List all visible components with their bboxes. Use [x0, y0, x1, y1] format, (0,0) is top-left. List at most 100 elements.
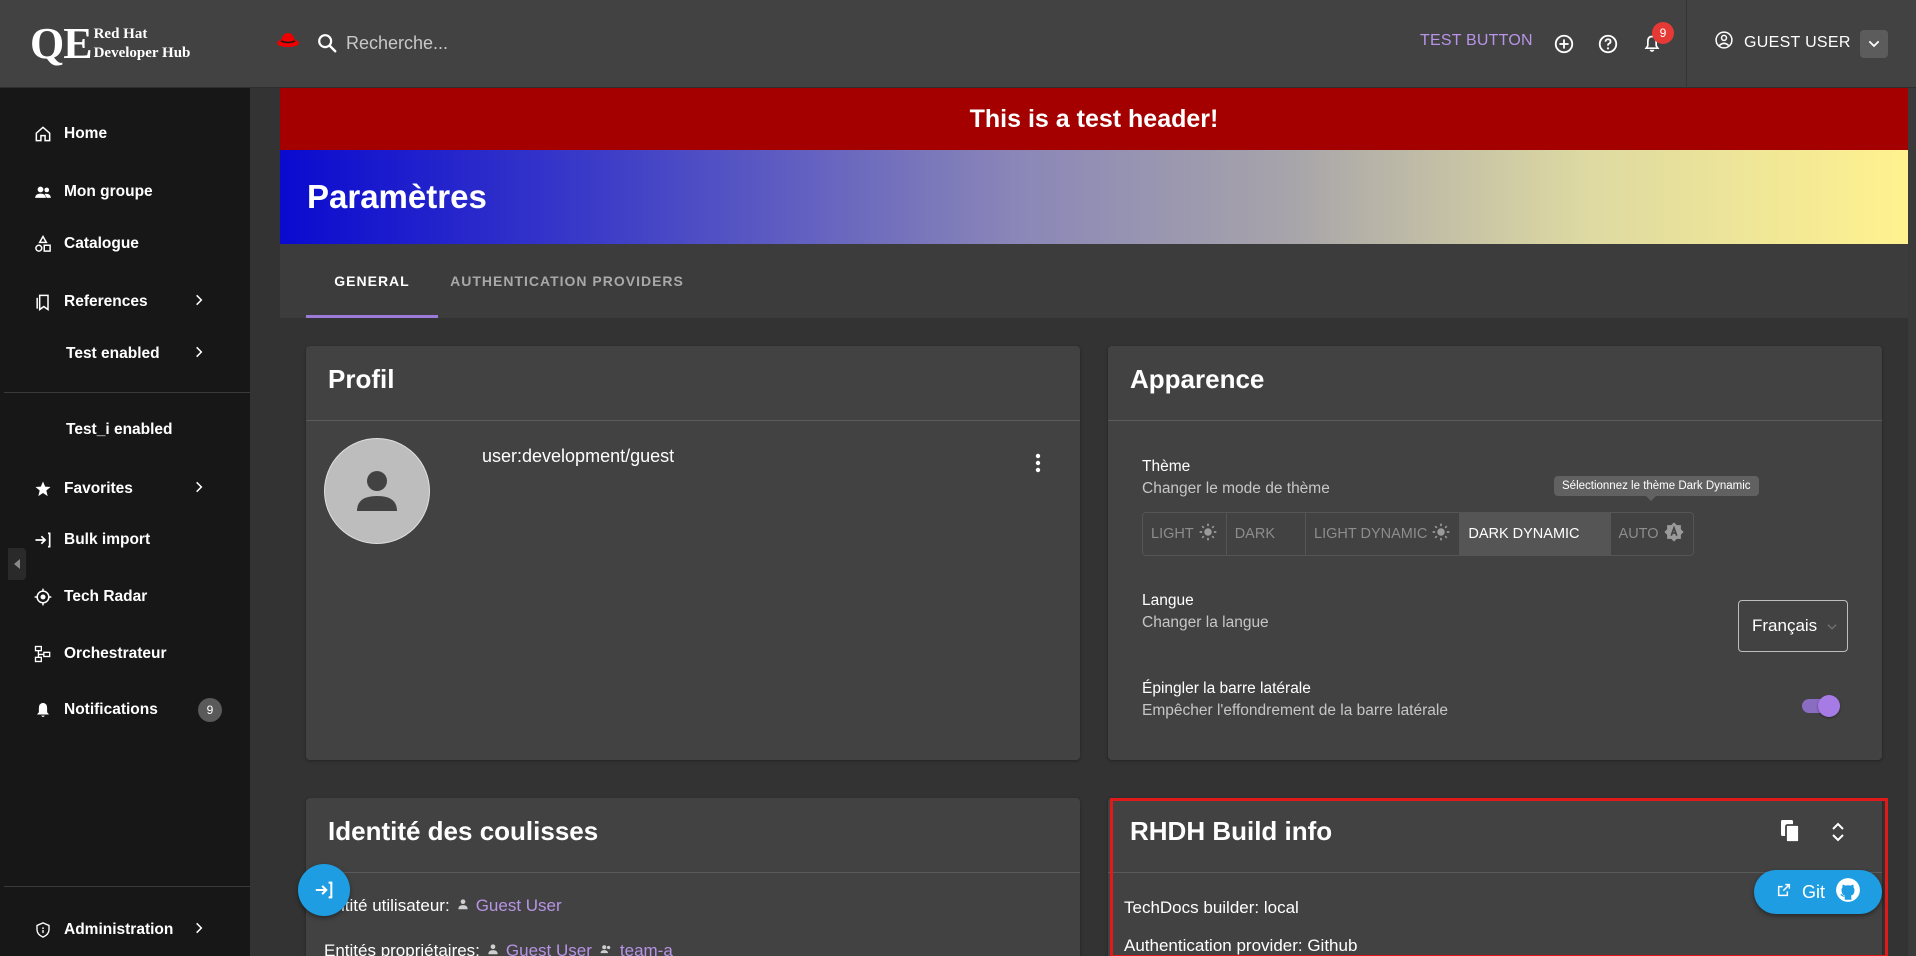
- owner-entity-link[interactable]: team-a: [620, 941, 673, 956]
- star-icon: [32, 478, 54, 500]
- sidebar-item-label: Favorites: [64, 480, 133, 497]
- sun-icon: [1198, 522, 1218, 546]
- sidebar-item-test-i-enabled[interactable]: Test_i enabled: [0, 408, 250, 452]
- git-label: Git: [1802, 881, 1826, 902]
- app-logo[interactable]: QE Red Hat Developer Hub: [30, 22, 190, 66]
- logo-mark: QE: [30, 19, 93, 68]
- pin-sidebar-description: Empêcher l'effondrement de la barre laté…: [1142, 702, 1448, 719]
- pin-sidebar-toggle[interactable]: [1798, 694, 1842, 718]
- person-icon: [486, 941, 500, 956]
- chevron-right-icon: [192, 480, 206, 499]
- card-divider: [306, 420, 1080, 421]
- person-icon: [456, 896, 470, 916]
- owner-entities-label: Entités propriétaires:: [324, 941, 480, 956]
- sidebar-item-mon-groupe[interactable]: Mon groupe: [0, 170, 250, 214]
- user-entity-link[interactable]: Guest User: [476, 896, 562, 916]
- sidebar-item-administration[interactable]: Administration: [0, 908, 250, 952]
- workflow-icon: [32, 643, 54, 665]
- home-icon: [32, 123, 54, 145]
- sidebar-item-catalogue[interactable]: Catalogue: [0, 222, 250, 266]
- search-input[interactable]: [346, 26, 666, 60]
- card-divider: [306, 872, 1080, 873]
- chevron-down-icon[interactable]: [1860, 30, 1888, 58]
- git-button[interactable]: Git: [1754, 870, 1882, 914]
- pin-sidebar-label: Épingler la barre latérale: [1142, 680, 1311, 697]
- page-header: Paramètres: [280, 150, 1908, 244]
- open-in-new-icon: [1776, 882, 1792, 903]
- sidebar-item-label: Administration: [64, 921, 174, 938]
- toggle-thumb: [1818, 695, 1840, 717]
- theme-light-dynamic-button[interactable]: LIGHT DYNAMIC: [1306, 513, 1461, 555]
- chevron-right-icon: [192, 921, 206, 940]
- profile-card: Profil user:development/guest: [306, 346, 1080, 760]
- sidebar-item-bulk-import[interactable]: Bulk import: [0, 518, 250, 562]
- bell-icon: [32, 699, 54, 721]
- login-arrow-icon: [315, 881, 333, 899]
- user-menu[interactable]: GUEST USER: [1714, 30, 1851, 55]
- scrollbar[interactable]: [1908, 88, 1916, 956]
- theme-dark-dynamic-button[interactable]: DARK DYNAMIC: [1460, 513, 1611, 555]
- sidebar-item-tech-radar[interactable]: Tech Radar: [0, 575, 250, 619]
- topbar-divider: [1686, 0, 1687, 88]
- profile-title: Profil: [328, 364, 395, 394]
- theme-dark-button[interactable]: DARK: [1227, 513, 1306, 555]
- identity-title: Identité des coulisses: [328, 816, 599, 846]
- sidebar-item-label: Home: [64, 125, 108, 142]
- notification-count-badge: 9: [198, 698, 222, 722]
- sidebar-item-label: Test enabled: [66, 345, 160, 362]
- more-options-icon[interactable]: [1034, 452, 1042, 479]
- logo-line-1: Red Hat: [93, 26, 148, 42]
- tab-authentication-providers[interactable]: AUTHENTICATION PROVIDERS: [444, 244, 690, 318]
- theme-auto-button[interactable]: AUTO: [1611, 513, 1693, 555]
- language-value: Français: [1752, 616, 1818, 635]
- avatar: [324, 438, 430, 544]
- person-icon: [357, 471, 397, 511]
- theme-tooltip: Sélectionnez le thème Dark Dynamic: [1554, 476, 1759, 501]
- profile-user-ref: user:development/guest: [482, 446, 675, 466]
- test-button[interactable]: TEST BUTTON: [1420, 32, 1533, 50]
- account-circle-icon: [1714, 30, 1734, 55]
- card-divider: [1108, 420, 1882, 421]
- sidebar-item-orchestrateur[interactable]: Orchestrateur: [0, 632, 250, 676]
- sidebar-item-home[interactable]: Home: [0, 112, 250, 156]
- login-fab-button[interactable]: [298, 864, 350, 916]
- language-select[interactable]: Français: [1738, 600, 1848, 652]
- language-label: Langue: [1142, 592, 1194, 609]
- appearance-title: Apparence: [1130, 364, 1265, 394]
- chevron-right-icon: [192, 345, 206, 364]
- sidebar-item-favorites[interactable]: Favorites: [0, 467, 250, 511]
- sidebar-item-label: Notifications: [64, 701, 158, 718]
- catalog-icon: [32, 233, 54, 255]
- theme-light-button[interactable]: LIGHT: [1143, 513, 1227, 555]
- radar-icon: [32, 586, 54, 608]
- logo-line-2: Developer Hub: [93, 45, 191, 61]
- user-name: GUEST USER: [1744, 33, 1851, 51]
- sidebar-item-label: References: [64, 293, 148, 310]
- active-tab-indicator: [306, 315, 438, 318]
- sidebar-item-test-enabled[interactable]: Test enabled: [0, 332, 250, 376]
- sidebar-divider: [4, 886, 250, 887]
- user-entity-row: Entité utilisateur: Guest User: [324, 896, 562, 916]
- sidebar-item-notifications[interactable]: Notifications 9: [0, 688, 250, 732]
- sidebar-collapse-handle[interactable]: [8, 548, 26, 580]
- red-hat-icon: [276, 30, 300, 53]
- moon-icon: [1279, 523, 1297, 545]
- bookmark-icon: [32, 291, 54, 313]
- sidebar-item-label: Tech Radar: [64, 588, 148, 605]
- owner-entities-row: Entités propriétaires: Guest User team-a: [324, 941, 673, 956]
- theme-label: Thème: [1142, 458, 1191, 475]
- tab-general[interactable]: GENERAL: [306, 244, 438, 318]
- identity-card: Identité des coulisses Entité utilisateu…: [306, 798, 1080, 956]
- moon-icon: [1584, 523, 1602, 545]
- sidebar-item-references[interactable]: References: [0, 280, 250, 324]
- add-circle-icon[interactable]: [1552, 32, 1576, 56]
- settings-tabs: GENERAL AUTHENTICATION PROVIDERS: [280, 244, 1908, 318]
- owner-entity-link[interactable]: Guest User: [506, 941, 592, 956]
- group-icon: [598, 941, 614, 956]
- sidebar-item-label: Mon groupe: [64, 183, 153, 200]
- sun-icon: [1431, 522, 1451, 546]
- sidebar-item-label: Orchestrateur: [64, 645, 167, 662]
- page-title: Paramètres: [307, 178, 487, 215]
- help-icon[interactable]: [1596, 32, 1620, 56]
- sidebar-divider: [4, 392, 250, 393]
